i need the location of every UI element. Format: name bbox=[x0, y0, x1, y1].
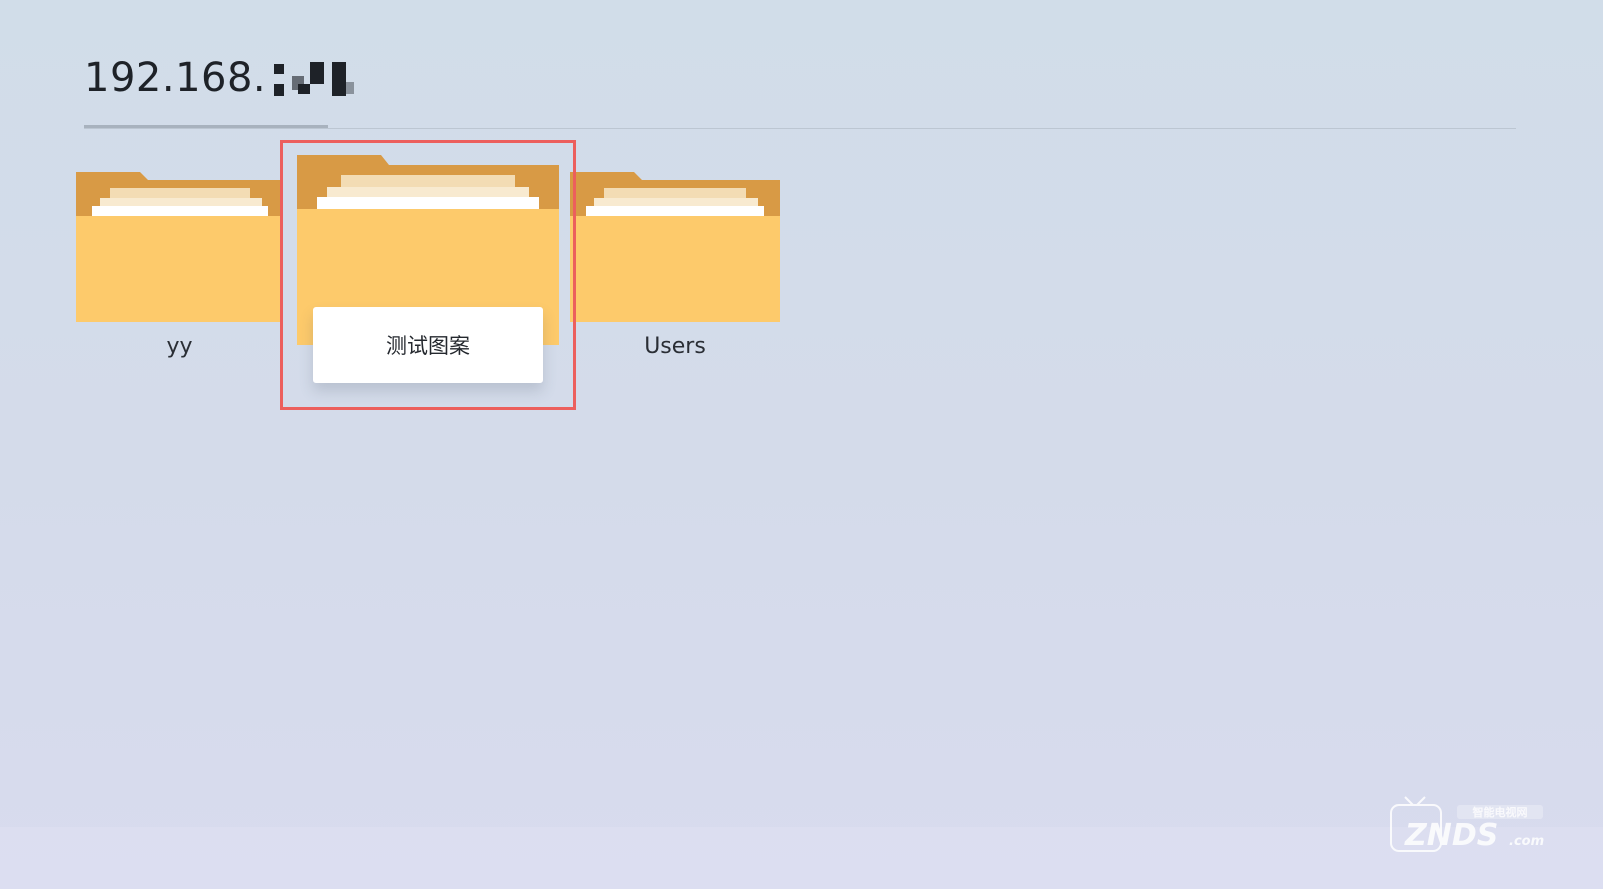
folder-item-yy[interactable]: yy bbox=[76, 172, 283, 372]
folder-icon bbox=[570, 172, 780, 322]
folder-item-users[interactable]: Users bbox=[570, 172, 780, 372]
znds-watermark-logo: 智能电视网 ZNDS .com bbox=[1390, 796, 1544, 853]
header-divider bbox=[84, 128, 1516, 129]
folder-label: yy bbox=[166, 334, 193, 359]
watermark-top-text: 智能电视网 bbox=[1473, 805, 1528, 819]
bottom-band bbox=[0, 827, 1603, 889]
redacted-address-pixels bbox=[268, 58, 356, 98]
server-address: 192.168. bbox=[84, 55, 267, 101]
watermark-suffix-text: .com bbox=[1509, 834, 1544, 849]
address-header: 192.168. bbox=[84, 48, 356, 108]
focus-highlight-frame bbox=[280, 140, 576, 410]
folder-icon bbox=[76, 172, 283, 322]
watermark-brand-text: ZNDS bbox=[1404, 818, 1498, 853]
folder-label: Users bbox=[644, 334, 706, 359]
